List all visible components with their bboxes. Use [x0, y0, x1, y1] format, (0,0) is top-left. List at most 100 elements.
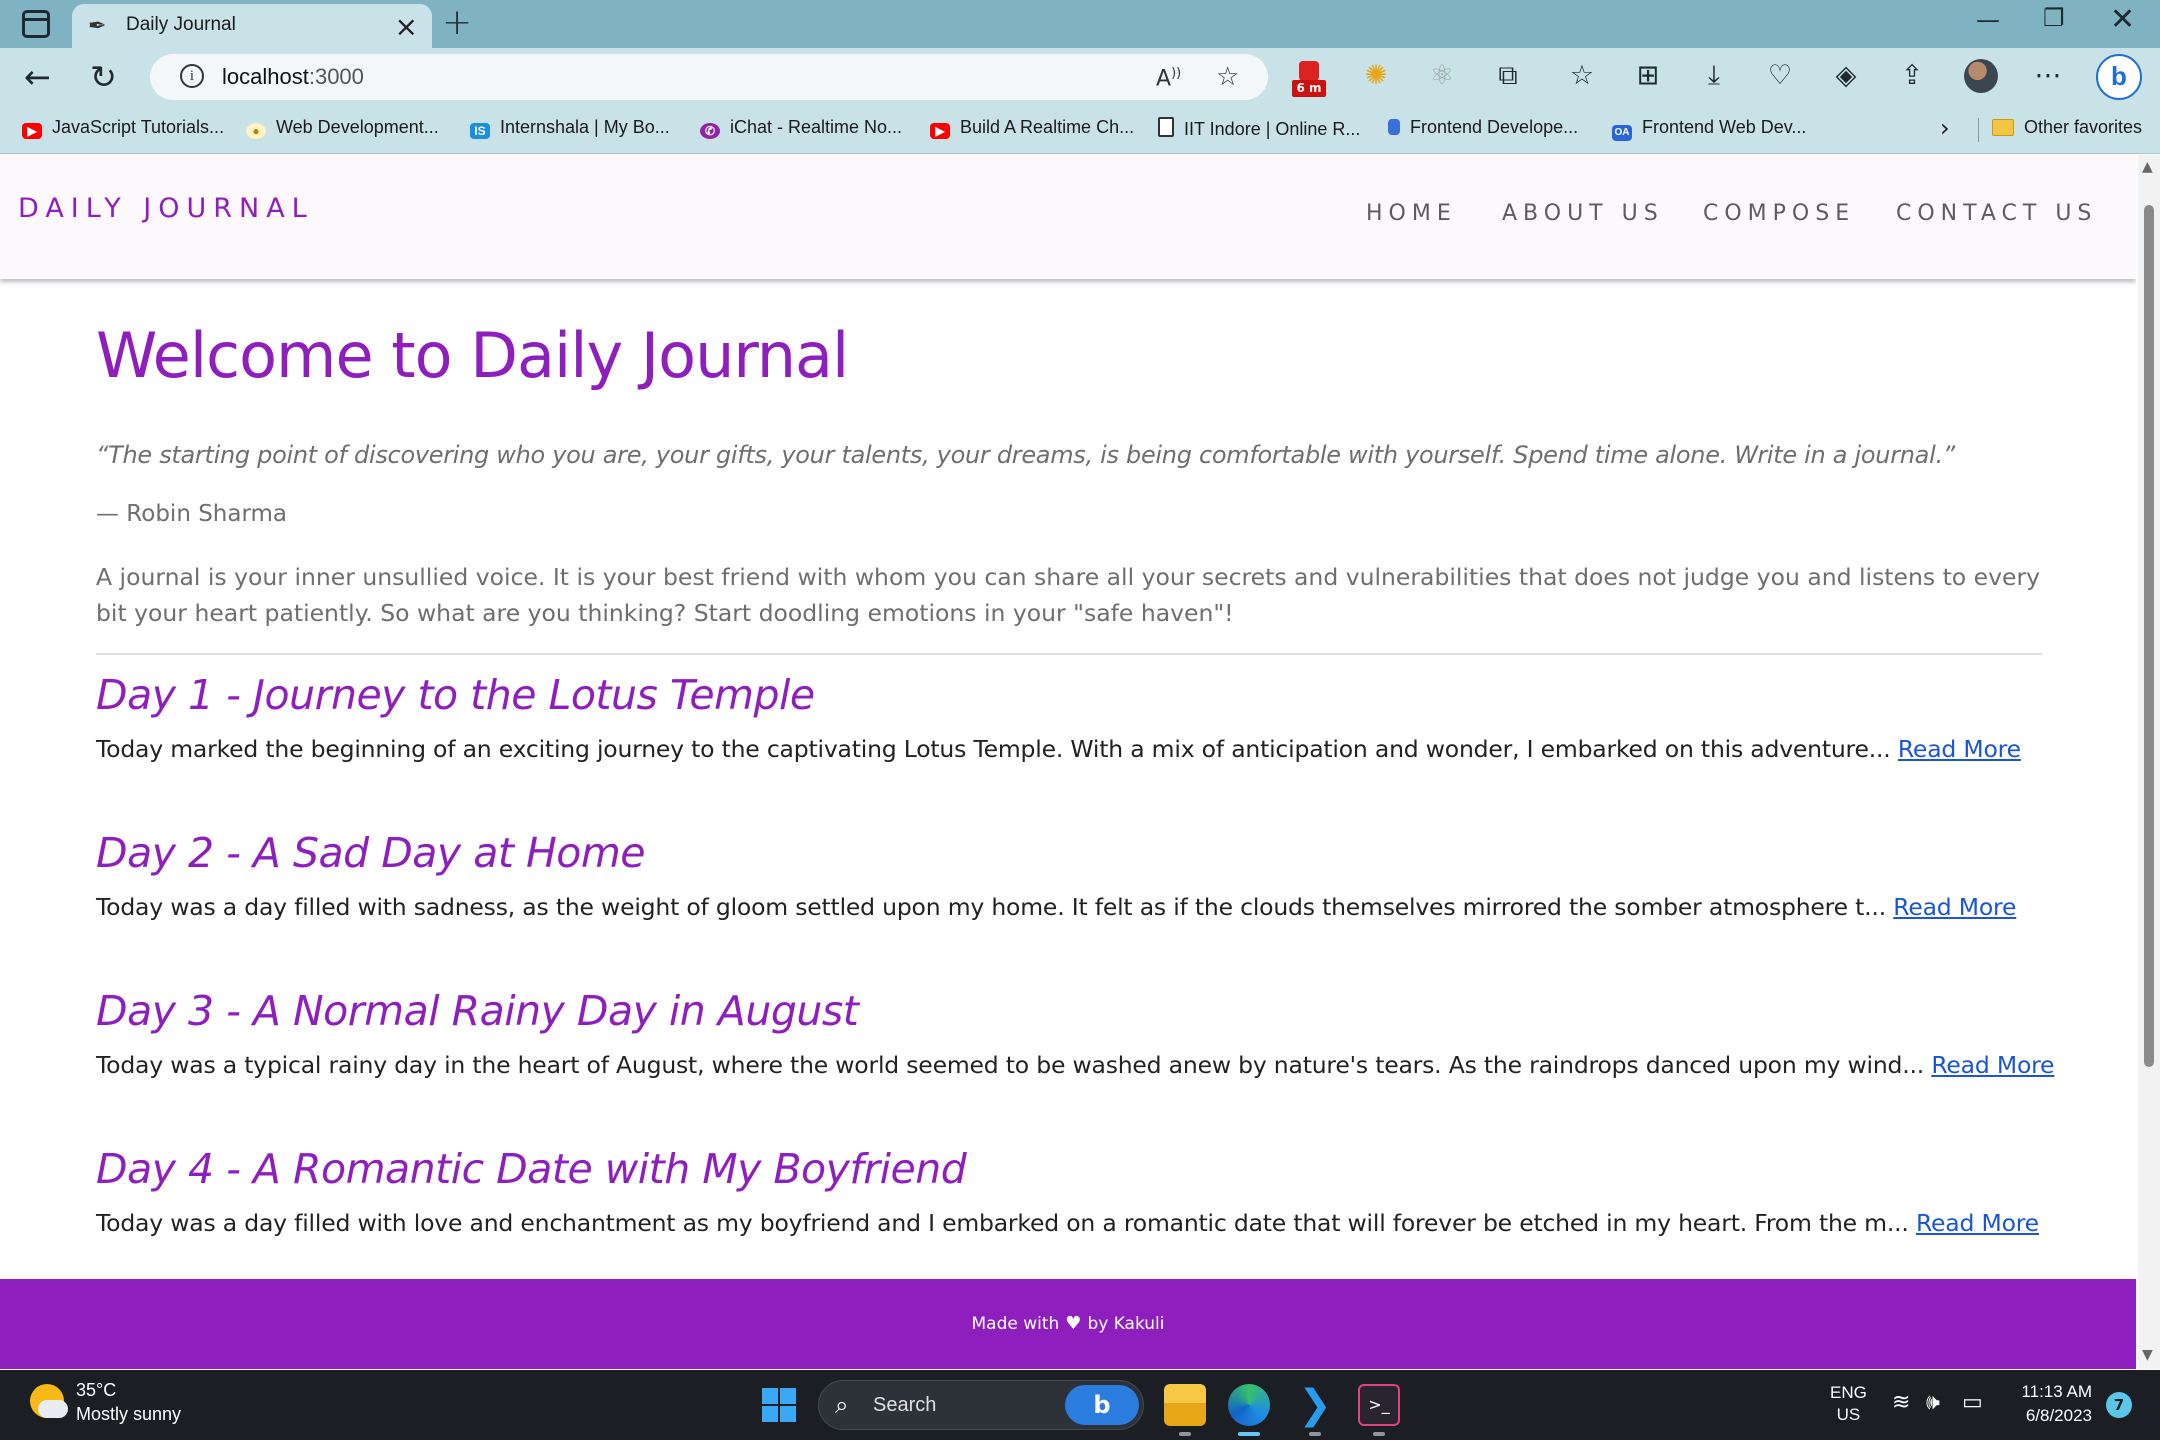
vscode-icon[interactable]: ❯: [1294, 1384, 1336, 1426]
download-icon[interactable]: ⤓: [1696, 60, 1732, 92]
system-clock[interactable]: 11:13 AM 6/8/2023: [2000, 1380, 2092, 1428]
site-navbar: DAILY JOURNAL HOME ABOUT US COMPOSE CONT…: [0, 155, 2136, 279]
windows-start-icon[interactable]: [762, 1388, 796, 1422]
web-page: DAILY JOURNAL HOME ABOUT US COMPOSE CONT…: [0, 155, 2136, 1369]
weather-sun-icon[interactable]: [30, 1384, 68, 1418]
read-more-link[interactable]: Read More: [1893, 893, 2016, 921]
bookmark-item[interactable]: IIT Indore | Online R...: [1158, 117, 1360, 140]
search-icon: ⌕: [835, 1391, 849, 1419]
web-dev-icon: ●: [246, 123, 266, 139]
bookmark-item[interactable]: ▶ Build A Realtime Ch...: [930, 117, 1134, 139]
bookmark-separator: [1978, 118, 1979, 142]
extensions-puzzle-icon[interactable]: ⧉: [1490, 60, 1526, 92]
copilot-icon[interactable]: ◈: [1828, 60, 1864, 91]
read-more-link[interactable]: Read More: [1931, 1051, 2054, 1079]
notification-badge[interactable]: 7: [2106, 1392, 2132, 1418]
frontend-icon: [1388, 119, 1400, 135]
post-item: Day 2 - A Sad Day at Home Today was a da…: [96, 829, 2042, 921]
nav-about-us[interactable]: ABOUT US: [1502, 201, 1664, 226]
read-more-link[interactable]: Read More: [1916, 1209, 2039, 1237]
profile-avatar[interactable]: [1964, 59, 1998, 93]
post-excerpt: Today was a typical rainy day in the hea…: [96, 1051, 2055, 1079]
nav-contact-us[interactable]: CONTACT US: [1896, 201, 2097, 226]
browser-tab-active[interactable]: ✒ Daily Journal ×: [72, 4, 432, 48]
favorite-star-icon[interactable]: ☆: [1216, 62, 1239, 92]
post-excerpt: Today marked the beginning of an excitin…: [96, 735, 2021, 763]
post-title: Day 2 - A Sad Day at Home: [96, 829, 646, 877]
read-more-link[interactable]: Read More: [1898, 735, 2021, 763]
address-bar[interactable]: i localhost:3000 A)) ☆: [150, 54, 1268, 100]
divider: [96, 653, 2042, 655]
internshala-icon: IS: [470, 123, 490, 139]
terminal-icon[interactable]: >_: [1358, 1384, 1400, 1426]
post-title: Day 4 - A Romantic Date with My Boyfrien…: [96, 1145, 967, 1193]
page-scrollbar[interactable]: ▲ ▼: [2138, 155, 2160, 1369]
weather-condition[interactable]: Mostly sunny: [76, 1404, 181, 1425]
post-title: Day 1 - Journey to the Lotus Temple: [96, 671, 815, 719]
refresh-icon[interactable]: ↻: [90, 58, 117, 96]
scroll-thumb[interactable]: [2144, 205, 2154, 1067]
edge-browser-icon[interactable]: [1228, 1384, 1270, 1426]
read-aloud-icon[interactable]: A)): [1156, 66, 1181, 91]
active-indicator: [1238, 1432, 1260, 1436]
back-arrow-icon[interactable]: ←: [24, 58, 51, 96]
page-title: Welcome to Daily Journal: [96, 319, 849, 392]
extension-colorful-icon[interactable]: ✺: [1358, 60, 1394, 91]
wifi-icon[interactable]: ≋: [1892, 1390, 1910, 1415]
close-tab-icon[interactable]: ×: [395, 10, 418, 43]
heart-icon: ♥: [1065, 1313, 1082, 1334]
footer-suffix: by Kakuli: [1087, 1314, 1165, 1334]
bing-icon[interactable]: b: [1065, 1385, 1139, 1425]
new-tab-button[interactable]: +: [442, 2, 472, 43]
nav-compose[interactable]: COMPOSE: [1703, 201, 1855, 226]
bookmark-item[interactable]: IS Internshala | My Bo...: [470, 117, 670, 139]
more-options-icon[interactable]: ⋯: [2030, 60, 2066, 91]
ichat-icon: ✆: [700, 123, 720, 139]
site-footer: Made with ♥ by Kakuli: [0, 1279, 2136, 1369]
search-label: Search: [873, 1394, 937, 1416]
collections-icon[interactable]: ⊞: [1630, 60, 1666, 91]
bookmark-item[interactable]: ✆ iChat - Realtime No...: [700, 117, 902, 139]
language-indicator[interactable]: ENG US: [1830, 1382, 1867, 1426]
weather-temperature[interactable]: 35°C: [76, 1380, 116, 1401]
extension-react-icon[interactable]: ⚛: [1424, 60, 1460, 91]
close-window-icon[interactable]: ✕: [2110, 2, 2135, 37]
performance-heart-icon[interactable]: ♡: [1762, 60, 1798, 91]
post-title: Day 3 - A Normal Rainy Day in August: [96, 987, 859, 1035]
file-explorer-icon[interactable]: [1164, 1384, 1206, 1426]
taskbar-search[interactable]: ⌕ Search b: [818, 1380, 1144, 1430]
scroll-up-icon[interactable]: ▲: [2142, 159, 2153, 175]
bookmark-item[interactable]: OA Frontend Web Dev...: [1612, 117, 1806, 141]
youtube-icon: ▶: [930, 123, 950, 139]
chevron-right-icon[interactable]: ›: [1940, 114, 1950, 142]
bing-chat-icon[interactable]: b: [2096, 54, 2142, 100]
info-icon[interactable]: i: [180, 64, 204, 88]
site-brand[interactable]: DAILY JOURNAL: [18, 193, 314, 224]
running-indicator: [1179, 1432, 1191, 1436]
post-excerpt: Today was a day filled with love and enc…: [96, 1209, 2039, 1237]
url-text[interactable]: localhost:3000: [222, 64, 364, 90]
bookmark-item[interactable]: Frontend Develope...: [1388, 117, 1578, 138]
bookmark-item[interactable]: ● Web Development...: [246, 117, 439, 139]
share-icon[interactable]: ⇪: [1894, 60, 1930, 91]
post-item: Day 3 - A Normal Rainy Day in August Tod…: [96, 987, 2055, 1079]
quote-text: “The starting point of discovering who y…: [96, 441, 1955, 469]
favorites-icon[interactable]: ☆: [1564, 60, 1600, 91]
extension-timer-icon[interactable]: 6 m: [1292, 61, 1326, 97]
post-excerpt: Today was a day filled with sadness, as …: [96, 893, 2017, 921]
tab-actions-icon[interactable]: [22, 10, 50, 38]
youtube-icon: ▶: [22, 123, 42, 139]
nav-home[interactable]: HOME: [1366, 201, 1457, 226]
running-indicator: [1373, 1432, 1385, 1436]
other-favorites[interactable]: Other favorites: [1992, 117, 2142, 138]
post-item: Day 4 - A Romantic Date with My Boyfrien…: [96, 1145, 2042, 1237]
tab-title: Daily Journal: [126, 14, 236, 35]
running-indicator: [1309, 1432, 1321, 1436]
volume-icon[interactable]: 🕪: [1926, 1390, 1940, 1415]
minimize-icon[interactable]: —: [1976, 6, 2000, 34]
bookmarks-bar: ▶ JavaScript Tutorials... ● Web Developmen…: [0, 106, 2160, 154]
scroll-down-icon[interactable]: ▼: [2142, 1347, 2153, 1363]
restore-icon[interactable]: ❐: [2043, 4, 2065, 32]
bookmark-item[interactable]: ▶ JavaScript Tutorials...: [22, 117, 224, 139]
battery-icon[interactable]: ▭: [1962, 1390, 1983, 1415]
